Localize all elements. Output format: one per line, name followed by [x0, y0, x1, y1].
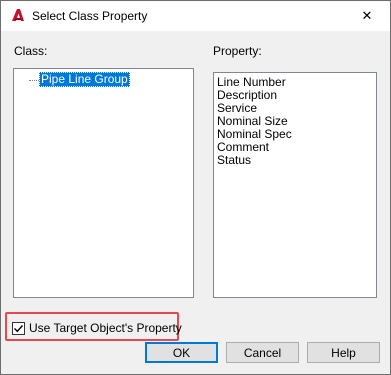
checkmark-icon	[14, 324, 24, 332]
property-list[interactable]: Line Number Description Service Nominal …	[213, 72, 377, 298]
title-bar[interactable]: Select Class Property ✕	[1, 1, 390, 31]
class-tree[interactable]: Pipe Line Group	[13, 68, 194, 298]
list-item[interactable]: Status	[217, 154, 376, 167]
autocad-app-icon	[10, 7, 26, 23]
use-target-label: Use Target Object's Property	[29, 321, 182, 335]
class-label: Class:	[14, 44, 48, 58]
help-button[interactable]: Help	[307, 342, 380, 363]
close-icon: ✕	[361, 8, 373, 23]
tree-item-pipe-line-group[interactable]: Pipe Line Group	[39, 72, 130, 87]
use-target-option[interactable]: Use Target Object's Property	[12, 320, 182, 336]
tree-connector-line	[29, 80, 39, 81]
select-class-property-dialog: Select Class Property ✕ Class: Property:…	[0, 0, 391, 375]
cancel-button[interactable]: Cancel	[226, 342, 299, 363]
ok-button[interactable]: OK	[145, 342, 218, 363]
property-label: Property:	[213, 44, 262, 58]
use-target-checkbox[interactable]	[12, 321, 25, 335]
close-button[interactable]: ✕	[344, 1, 390, 31]
window-title: Select Class Property	[32, 9, 148, 23]
